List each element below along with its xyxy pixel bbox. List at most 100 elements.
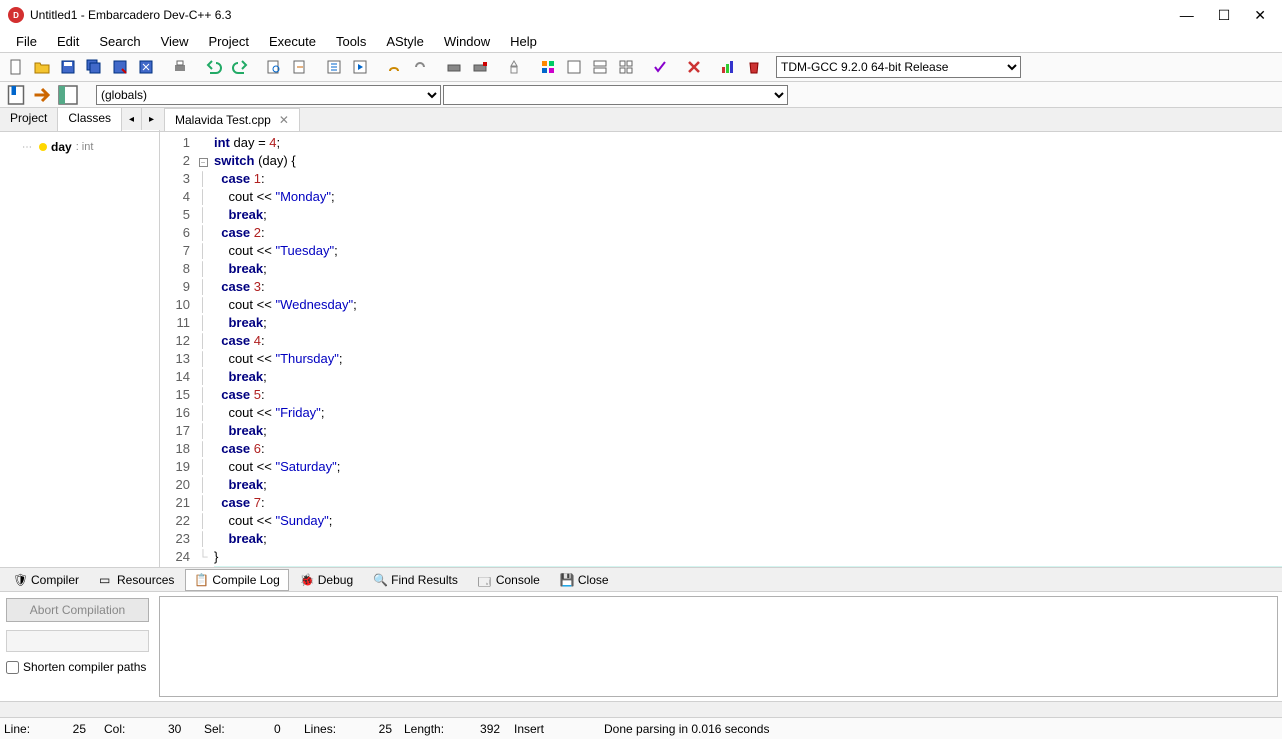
window-title: Untitled1 - Embarcadero Dev-C++ 6.3 (30, 8, 231, 22)
tile-h-button[interactable] (588, 55, 612, 79)
line-gutter: 1234567891011121314151617181920212223242… (160, 132, 196, 567)
bookmark-button[interactable] (4, 84, 28, 106)
tile-grid-button[interactable] (614, 55, 638, 79)
find-button[interactable] (262, 55, 286, 79)
status-mode: Insert (514, 722, 544, 736)
debug-panel-button[interactable] (56, 84, 80, 106)
tab-icon: ▭ (99, 573, 113, 587)
tab-icon: 🐞 (300, 573, 314, 587)
menu-tools[interactable]: Tools (326, 32, 376, 51)
status-length-label: Length: (404, 722, 444, 736)
variable-name: day (51, 140, 72, 154)
bottom-tab-find-results[interactable]: 🔍Find Results (364, 569, 467, 591)
trash-button[interactable] (742, 55, 766, 79)
bottom-tab-debug[interactable]: 🐞Debug (291, 569, 362, 591)
shorten-paths-checkbox[interactable] (6, 661, 19, 674)
menu-edit[interactable]: Edit (47, 32, 89, 51)
tab-icon: 📋 (194, 573, 208, 587)
tree-connector-icon: ⋯ (22, 142, 33, 153)
save-button[interactable] (56, 55, 80, 79)
rebuild-button[interactable] (408, 55, 432, 79)
close-file-button[interactable] (134, 55, 158, 79)
file-tab[interactable]: Malavida Test.cpp ✕ (164, 108, 300, 131)
bottom-tab-compiler[interactable]: 🛡Compiler (4, 569, 88, 591)
window-button[interactable] (562, 55, 586, 79)
main-toolbar: TDM-GCC 9.2.0 64-bit Release (0, 52, 1282, 82)
shorten-paths-row[interactable]: Shorten compiler paths (6, 660, 149, 674)
menu-file[interactable]: File (6, 32, 47, 51)
bottom-tab-resources[interactable]: ▭Resources (90, 569, 183, 591)
compile-run-button[interactable] (382, 55, 406, 79)
menu-astyle[interactable]: AStyle (376, 32, 434, 51)
tree-item: ⋯ day : int (4, 138, 155, 156)
abort-compilation-button[interactable]: Abort Compilation (6, 598, 149, 622)
status-bar: Line:25 Col:30 Sel:0 Lines:25 Length:392… (0, 717, 1282, 739)
status-line-value: 25 (36, 722, 86, 736)
class-tree[interactable]: ⋯ day : int (0, 132, 159, 567)
bottom-panel: 🛡Compiler▭Resources📋Compile Log🐞Debug🔍Fi… (0, 567, 1282, 717)
replace-button[interactable] (288, 55, 312, 79)
tab-project[interactable]: Project (0, 108, 58, 131)
minimize-button[interactable]: — (1180, 7, 1194, 24)
status-sel-label: Sel: (204, 722, 225, 736)
file-tab-label: Malavida Test.cpp (175, 113, 271, 127)
chart-button[interactable] (716, 55, 740, 79)
status-line-label: Line: (4, 722, 30, 736)
run-button[interactable] (348, 55, 372, 79)
nav-prev-button[interactable]: ◂ (122, 108, 142, 130)
status-lines-value: 25 (342, 722, 392, 736)
compiler-select[interactable]: TDM-GCC 9.2.0 64-bit Release (776, 56, 1021, 78)
maximize-button[interactable]: ☐ (1218, 7, 1231, 24)
open-file-button[interactable] (30, 55, 54, 79)
close-button[interactable]: ✕ (1254, 7, 1266, 24)
compiler-output-field[interactable] (6, 630, 149, 652)
shorten-paths-label: Shorten compiler paths (23, 660, 146, 674)
redo-button[interactable] (228, 55, 252, 79)
status-length-value: 392 (450, 722, 500, 736)
bottom-tab-console[interactable]: 🗔Console (469, 569, 549, 591)
close-tab-icon[interactable]: ✕ (279, 113, 289, 127)
debug-button[interactable] (442, 55, 466, 79)
scope-select[interactable]: (globals) (96, 85, 441, 105)
save-all-button[interactable] (82, 55, 106, 79)
status-message: Done parsing in 0.016 seconds (604, 722, 769, 736)
cancel-button[interactable] (682, 55, 706, 79)
status-col-value: 30 (131, 722, 181, 736)
menu-help[interactable]: Help (500, 32, 547, 51)
tab-icon: 🛡 (13, 573, 27, 587)
profile-button[interactable] (502, 55, 526, 79)
menu-project[interactable]: Project (199, 32, 259, 51)
stop-button[interactable] (468, 55, 492, 79)
variable-icon (39, 143, 47, 151)
grid-button[interactable] (536, 55, 560, 79)
goto-button[interactable] (30, 84, 54, 106)
new-file-button[interactable] (4, 55, 28, 79)
file-tabs: Malavida Test.cpp ✕ (160, 108, 1282, 132)
compile-button[interactable] (322, 55, 346, 79)
code-text[interactable]: int day = 4;switch (day) { case 1: cout … (210, 132, 1282, 567)
bottom-tab-close[interactable]: 💾Close (551, 569, 618, 591)
save-as-button[interactable] (108, 55, 132, 79)
editor: Malavida Test.cpp ✕ 12345678910111213141… (160, 108, 1282, 567)
check-button[interactable] (648, 55, 672, 79)
app-icon: D (8, 7, 24, 23)
tab-icon: 🔍 (373, 573, 387, 587)
bottom-tab-compile-log[interactable]: 📋Compile Log (185, 569, 288, 591)
tab-icon: 🗔 (478, 573, 492, 587)
menu-view[interactable]: View (151, 32, 199, 51)
member-select[interactable] (443, 85, 788, 105)
menu-execute[interactable]: Execute (259, 32, 326, 51)
print-button[interactable] (168, 55, 192, 79)
menu-search[interactable]: Search (89, 32, 150, 51)
undo-button[interactable] (202, 55, 226, 79)
fold-column[interactable]: −│││││││││││││││││││││└ (196, 132, 210, 567)
menu-window[interactable]: Window (434, 32, 500, 51)
menu-bar: FileEditSearchViewProjectExecuteToolsASt… (0, 30, 1282, 52)
compile-log-output[interactable] (159, 596, 1278, 697)
tab-classes[interactable]: Classes (58, 108, 122, 131)
status-lines-label: Lines: (304, 722, 336, 736)
secondary-toolbar: (globals) (0, 82, 1282, 108)
horizontal-scrollbar[interactable] (0, 701, 1282, 717)
status-col-label: Col: (104, 722, 125, 736)
code-area[interactable]: 1234567891011121314151617181920212223242… (160, 132, 1282, 567)
